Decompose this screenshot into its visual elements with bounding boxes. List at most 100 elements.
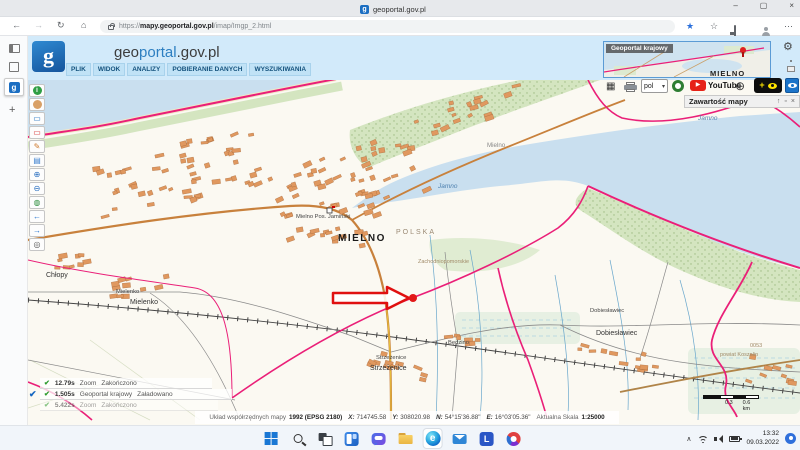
window-maximize-button[interactable]: ▢: [760, 1, 768, 10]
map-label: powiat Koszalin: [720, 352, 758, 358]
panel-collapse-icon[interactable]: [787, 66, 795, 72]
l-app-button[interactable]: L: [477, 428, 497, 449]
notification-bell-icon[interactable]: [785, 433, 796, 444]
search-button[interactable]: [288, 428, 308, 449]
window-close-button[interactable]: ×: [789, 1, 794, 10]
select-rect-red-tool[interactable]: ▭: [29, 126, 45, 139]
map-canvas[interactable]: ChłopyMielenkoMielenkoMielno Pos. Jamińs…: [28, 80, 800, 425]
qr-code-icon[interactable]: ▦: [606, 81, 615, 92]
draw-tool[interactable]: ✎: [29, 140, 45, 153]
favorite-star-icon[interactable]: ★: [686, 21, 694, 32]
globe-icon[interactable]: ⊕: [735, 79, 745, 93]
map-toolbar: i▭▭✎▤⊕⊖◍←→◎: [29, 84, 46, 251]
windows-logo-icon: [264, 432, 277, 445]
overview-minimap[interactable]: Geoportal krajowy MIELNO: [603, 41, 771, 78]
minimap-marker-icon: [740, 47, 746, 53]
sidebar-toggle-icon[interactable]: [9, 44, 20, 53]
clock[interactable]: 13:3209.03.2022: [746, 430, 779, 448]
info-tool[interactable]: i: [29, 84, 45, 97]
media-app-icon: [507, 432, 521, 446]
sidebar-page-icon[interactable]: [9, 62, 19, 72]
start-button[interactable]: [261, 428, 281, 449]
high-contrast-button[interactable]: +: [754, 78, 782, 93]
contrast-plus-icon: +: [759, 81, 764, 90]
file-explorer-button[interactable]: [396, 428, 416, 449]
tab-title: geoportal.gov.pl: [373, 5, 426, 14]
edge-browser-button[interactable]: e: [423, 428, 443, 449]
task-view-icon: [319, 433, 331, 444]
language-select[interactable]: pol▾: [641, 79, 668, 93]
settings-gear-icon[interactable]: ⚙: [783, 40, 793, 53]
back-icon[interactable]: ←: [12, 20, 21, 30]
full-extent-tool[interactable]: ◍: [29, 196, 45, 209]
battery-icon[interactable]: [729, 436, 740, 442]
l-app-icon: L: [480, 432, 494, 446]
select-rect-blue-tool[interactable]: ▭: [29, 112, 45, 125]
zoom-in-tool[interactable]: ⊕: [29, 168, 45, 181]
menu-analizy[interactable]: ANALIZY: [127, 63, 165, 76]
visibility-button[interactable]: [785, 78, 799, 93]
panel-up-icon[interactable]: ↑: [777, 98, 781, 105]
previous-view-tool[interactable]: ←: [29, 210, 45, 223]
zoom-out-tool[interactable]: ⊖: [29, 182, 45, 195]
map-label: MIELNO: [338, 233, 386, 244]
volume-icon[interactable]: [714, 435, 723, 443]
status-message-list: ✔12.79sZoomZakończono✔1.505sGeoportal kr…: [40, 378, 232, 411]
media-app-button[interactable]: [504, 428, 524, 449]
compass-button[interactable]: [672, 80, 684, 92]
map-label: Mielenko: [116, 289, 139, 295]
window-minimize-button[interactable]: –: [733, 1, 737, 10]
tray-chevron-icon[interactable]: ∧: [686, 435, 691, 443]
map-label: POLSKA: [396, 229, 436, 236]
geoportal-favicon-icon: g: [9, 82, 20, 93]
map-label: Chłopy: [46, 272, 68, 279]
forward-icon[interactable]: →: [34, 20, 43, 30]
map-label: Jamno: [697, 115, 718, 122]
next-view-tool[interactable]: →: [29, 224, 45, 237]
status-message: ✔1.505sGeoportal krajowyZaładowano: [40, 389, 232, 400]
collections-icon[interactable]: ☆: [710, 21, 718, 32]
widgets-button[interactable]: [342, 428, 362, 449]
map-container: ChłopyMielenkoMielenkoMielno Pos. Jamińs…: [28, 80, 800, 425]
menu-pobieranie-danych[interactable]: POBIERANIE DANYCH: [167, 63, 247, 76]
menu-widok[interactable]: WIDOK: [93, 63, 125, 76]
panel-window-icon[interactable]: ▫: [784, 98, 786, 105]
panel-close-icon[interactable]: ×: [791, 98, 795, 105]
chat-button[interactable]: [369, 428, 389, 449]
locate-tool[interactable]: ◎: [29, 238, 45, 251]
task-view-button[interactable]: [315, 428, 335, 449]
status-message: ✔12.79sZoomZakończono: [40, 378, 212, 389]
wifi-icon[interactable]: [697, 434, 708, 443]
mail-button[interactable]: [450, 428, 470, 449]
youtube-button[interactable]: ▶ YouTube: [690, 80, 741, 91]
selected-location-marker[interactable]: [409, 294, 417, 302]
print-icon[interactable]: [624, 82, 637, 92]
main-menu: PLIKWIDOKANALIZYPOBIERANIE DANYCHWYSZUKI…: [66, 63, 311, 76]
reload-icon[interactable]: ↻: [57, 20, 65, 31]
url-text: https://mapy.geoportal.gov.pl/imap/Imgp_…: [119, 23, 271, 30]
more-menu-icon[interactable]: ⋯: [784, 21, 793, 32]
folder-icon: [399, 433, 413, 444]
sidebar-add-icon[interactable]: +: [9, 104, 15, 116]
identify-tool[interactable]: [29, 98, 45, 111]
map-label: Dobiesławiec: [596, 330, 638, 337]
widgets-icon: [345, 432, 359, 446]
map-label: Dobiesławiec: [590, 308, 624, 314]
search-icon: [293, 434, 302, 443]
system-tray: ∧ 13:3209.03.2022: [686, 426, 796, 450]
address-bar[interactable]: https://mapy.geoportal.gov.pl/imap/Imgp_…: [100, 20, 675, 33]
map-label: Mielenko: [130, 299, 158, 306]
geoportal-logo-icon[interactable]: g: [32, 41, 65, 72]
map-label: Mielno: [487, 142, 506, 149]
map-scalebar: 0.30.6 km: [703, 395, 759, 399]
measure-area-tool[interactable]: ▤: [29, 154, 45, 167]
windows-taskbar: e L ∧ 13:3209.03.2022: [0, 425, 800, 450]
browser-tab[interactable]: g geoportal.gov.pl: [360, 2, 426, 16]
home-icon[interactable]: ⌂: [81, 20, 86, 30]
map-contents-panel[interactable]: Zawartość mapy ↑ ▫ ×: [684, 95, 800, 108]
map-label: Będzino: [448, 340, 469, 346]
lock-icon: [108, 25, 114, 30]
menu-wyszukiwania[interactable]: WYSZUKIWANIA: [249, 63, 311, 76]
menu-plik[interactable]: PLIK: [66, 63, 91, 76]
sidebar-geoportal-shortcut[interactable]: g: [4, 78, 24, 96]
